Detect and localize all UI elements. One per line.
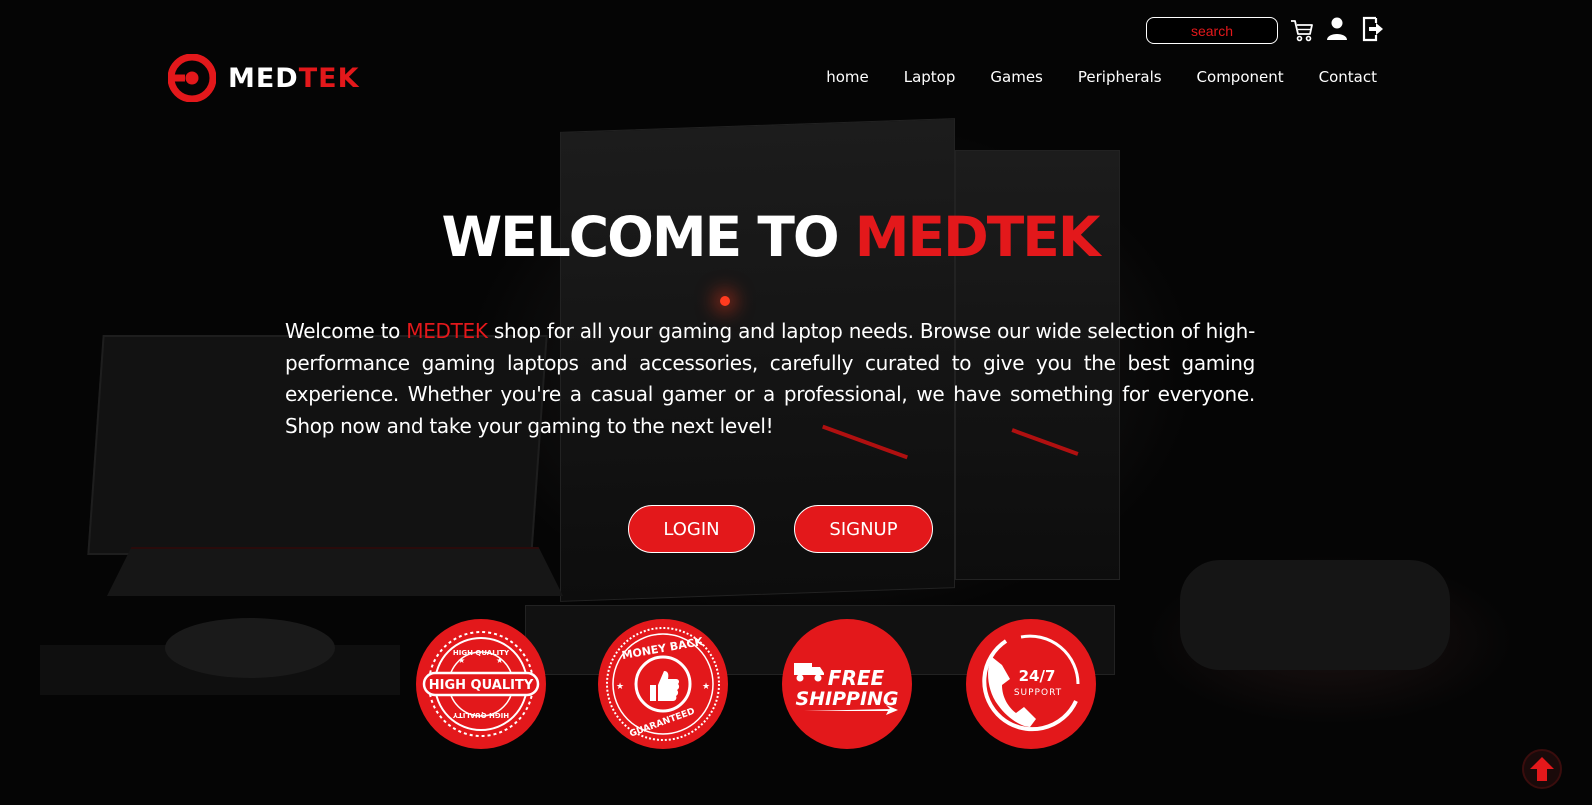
logout-icon[interactable]: [1361, 16, 1385, 42]
search-input[interactable]: [1146, 17, 1278, 44]
site-logo[interactable]: MEDTEK: [168, 54, 360, 102]
nav-component[interactable]: Component: [1197, 68, 1284, 86]
money-back-badge: MONEY BACK GUARANTEED ★ ★: [598, 619, 728, 749]
main-nav: home Laptop Games Peripherals Component …: [826, 68, 1377, 86]
headset-image: [1180, 560, 1450, 670]
scroll-to-top-button[interactable]: [1522, 749, 1562, 789]
logo-text: MEDTEK: [228, 63, 360, 94]
cart-icon[interactable]: [1290, 17, 1314, 43]
arrow-up-icon: [1530, 757, 1554, 781]
mouse-image: [165, 618, 335, 678]
hero-title: WELCOME TO MEDTEK: [0, 205, 1540, 269]
badge-label-top: 24/7: [1019, 667, 1056, 685]
high-quality-icon: HIGH QUALITY HIGH QUALITY HIGH QUALITY ★…: [422, 631, 540, 737]
free-shipping-icon: FREE SHIPPING: [792, 663, 899, 715]
nav-home[interactable]: home: [826, 68, 869, 86]
user-icon[interactable]: [1325, 16, 1349, 42]
login-button[interactable]: LOGIN: [628, 505, 755, 553]
money-back-icon: MONEY BACK GUARANTEED ★ ★: [606, 627, 720, 741]
hero-intro: Welcome to MEDTEK shop for all your gami…: [285, 316, 1255, 442]
intro-brand: MEDTEK: [406, 319, 488, 343]
hero-title-brand: MEDTEK: [854, 205, 1101, 269]
hero-title-white: WELCOME TO: [441, 205, 855, 269]
logo-mark-icon: [168, 54, 216, 102]
badge-label-top: FREE: [828, 666, 885, 690]
support-icon: 24/7 SUPPORT: [982, 634, 1080, 732]
badge-ring-text-bottom: HIGH QUALITY: [452, 711, 509, 719]
nav-games[interactable]: Games: [990, 68, 1042, 86]
nav-peripherals[interactable]: Peripherals: [1078, 68, 1162, 86]
nav-contact[interactable]: Contact: [1319, 68, 1377, 86]
svg-text:★: ★: [702, 682, 710, 692]
signup-button[interactable]: SIGNUP: [794, 505, 933, 553]
high-quality-badge: HIGH QUALITY HIGH QUALITY HIGH QUALITY ★…: [416, 619, 546, 749]
badge-label-bottom: SUPPORT: [1014, 688, 1062, 698]
support-badge: 24/7 SUPPORT: [966, 619, 1096, 749]
header-tools: [1146, 17, 1278, 44]
intro-prefix: Welcome to: [285, 319, 407, 343]
logo-text-red: TEK: [298, 62, 360, 94]
free-shipping-badge: FREE SHIPPING: [782, 619, 912, 749]
svg-text:★: ★: [616, 682, 624, 692]
svg-text:★: ★: [496, 656, 503, 665]
laptop-keyboard-image: [106, 546, 564, 597]
nav-laptop[interactable]: Laptop: [904, 68, 956, 86]
logo-text-white: MED: [228, 62, 299, 94]
svg-text:★: ★: [458, 656, 465, 665]
tower-light: [720, 296, 730, 306]
badge-label: HIGH QUALITY: [429, 678, 534, 693]
badge-label-bottom: SHIPPING: [795, 688, 898, 710]
